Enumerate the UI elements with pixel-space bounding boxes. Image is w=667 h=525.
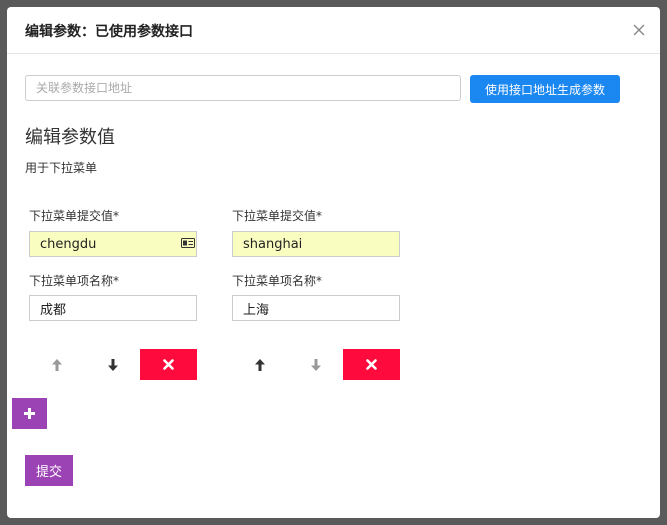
option-2-move-down-button[interactable] — [304, 353, 328, 377]
option-2-move-up-button[interactable] — [248, 353, 272, 377]
delete-x-icon — [366, 359, 377, 370]
arrow-down-icon — [108, 359, 118, 371]
option-1-submit-input[interactable] — [29, 231, 197, 257]
arrow-down-icon — [311, 359, 321, 371]
option-2-submit-label: 下拉菜单提交值* — [232, 209, 323, 223]
api-url-input[interactable] — [25, 75, 461, 101]
section-title: 编辑参数值 — [25, 127, 115, 148]
submit-button[interactable]: 提交 — [25, 455, 73, 486]
option-1-name-input[interactable] — [29, 295, 197, 321]
option-2-submit-input[interactable] — [232, 231, 400, 257]
option-1-submit-label: 下拉菜单提交值* — [29, 209, 120, 223]
option-1-move-down-button[interactable] — [101, 353, 125, 377]
section-subtitle: 用于下拉菜单 — [25, 161, 98, 175]
modal-title: 编辑参数：已使用参数接口 — [25, 24, 193, 40]
edit-parameter-modal: 编辑参数：已使用参数接口 使用接口地址生成参数 编辑参数值 用于下拉菜单 下拉菜… — [7, 7, 660, 518]
delete-x-icon — [163, 359, 174, 370]
close-icon[interactable] — [632, 23, 646, 37]
modal-header: 编辑参数：已使用参数接口 — [7, 7, 660, 54]
arrow-up-icon — [255, 359, 265, 371]
contact-card-icon[interactable] — [181, 238, 195, 248]
plus-icon — [24, 408, 35, 419]
option-2-name-input[interactable] — [232, 295, 400, 321]
option-1-move-up-button[interactable] — [45, 353, 69, 377]
add-option-button[interactable] — [12, 398, 47, 429]
generate-from-url-button[interactable]: 使用接口地址生成参数 — [470, 75, 620, 103]
option-1-name-label: 下拉菜单项名称* — [29, 274, 120, 288]
option-2-name-label: 下拉菜单项名称* — [232, 274, 323, 288]
arrow-up-icon — [52, 359, 62, 371]
option-1-delete-button[interactable] — [140, 349, 197, 380]
option-2-delete-button[interactable] — [343, 349, 400, 380]
